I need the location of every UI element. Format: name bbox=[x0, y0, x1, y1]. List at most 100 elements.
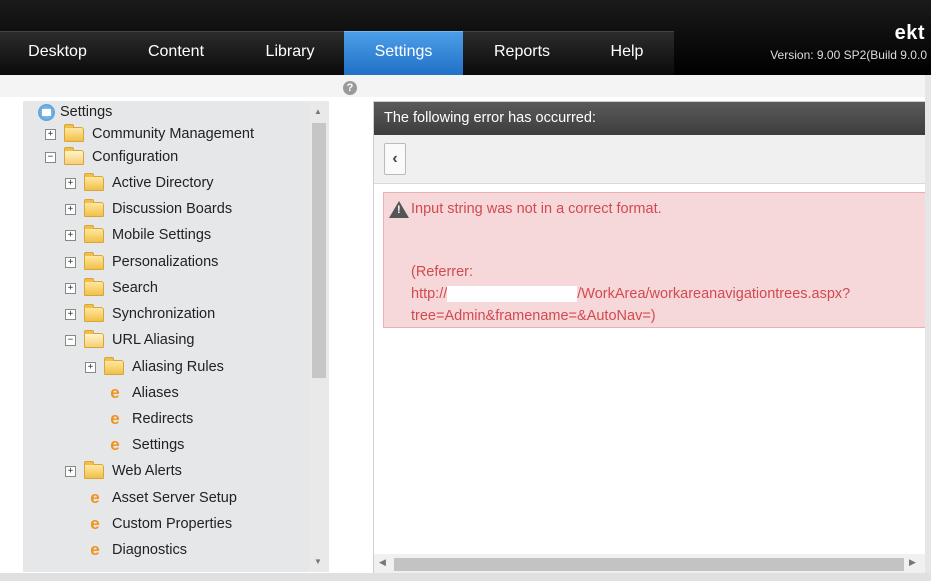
tree-vertical-scrollbar[interactable]: ▲ ▼ bbox=[309, 101, 329, 572]
tree-item-diagnostics[interactable]: e Diagnostics bbox=[87, 539, 187, 561]
tree-item-label: Active Directory bbox=[112, 175, 214, 191]
folder-icon bbox=[84, 198, 104, 217]
back-button[interactable]: ‹ bbox=[384, 143, 406, 175]
brand-logo: ekt bbox=[894, 22, 925, 44]
version-label: Version: 9.00 SP2(Build 9.0.0 bbox=[770, 48, 927, 62]
tree-item-label: Asset Server Setup bbox=[112, 490, 237, 506]
expand-icon[interactable]: + bbox=[65, 465, 76, 477]
expand-icon[interactable]: + bbox=[65, 282, 76, 294]
folder-icon bbox=[84, 277, 104, 296]
tab-desktop[interactable]: Desktop bbox=[0, 32, 115, 75]
expand-icon[interactable]: + bbox=[65, 177, 76, 189]
tree-item-label: URL Aliasing bbox=[112, 332, 195, 348]
scroll-left-icon[interactable]: ◀ bbox=[379, 557, 386, 568]
tree-item-label: Web Alerts bbox=[112, 463, 182, 479]
tree-item-aliasing-rules[interactable]: + Aliasing Rules bbox=[85, 356, 224, 378]
window-bottom-edge bbox=[0, 573, 931, 581]
scroll-down-icon[interactable]: ▼ bbox=[314, 557, 322, 566]
tree-item-synchronization[interactable]: + Synchronization bbox=[65, 303, 215, 325]
redacted-host bbox=[447, 286, 578, 303]
referrer-url-path: /WorkArea/workareanavigationtrees.aspx? bbox=[577, 286, 851, 302]
tree-item-redirects[interactable]: e Redirects bbox=[107, 408, 193, 430]
folder-open-icon bbox=[64, 146, 84, 165]
referrer-url-prefix: http:// bbox=[411, 286, 448, 302]
error-panel: The following error has occurred: ‹ Inpu… bbox=[373, 101, 927, 575]
settings-home-icon bbox=[38, 103, 55, 121]
tree-item-url-aliasing-settings[interactable]: e Settings bbox=[107, 434, 184, 456]
tree-item-search[interactable]: + Search bbox=[65, 277, 158, 299]
error-message: Input string was not in a correct format… bbox=[411, 201, 662, 217]
tree-item-custom-properties[interactable]: e Custom Properties bbox=[87, 513, 232, 535]
referrer-url: http:// /WorkArea/workareanavigationtrees… bbox=[411, 283, 850, 305]
tree-item-label: Redirects bbox=[132, 411, 194, 427]
folder-open-icon bbox=[84, 329, 104, 348]
help-icon[interactable]: ? bbox=[343, 81, 357, 95]
tree-item-mobile-settings[interactable]: + Mobile Settings bbox=[65, 224, 211, 246]
ektron-page-icon: e bbox=[110, 409, 120, 429]
tree-root-label: Settings bbox=[60, 104, 113, 120]
scrollbar-thumb[interactable] bbox=[312, 123, 326, 378]
ektron-page-icon: e bbox=[90, 514, 100, 534]
warning-icon bbox=[389, 201, 409, 218]
tree-item-label: Search bbox=[112, 280, 158, 296]
error-toolbar: ‹ bbox=[374, 135, 926, 184]
ektron-page-icon: e bbox=[110, 383, 120, 403]
error-panel-title: The following error has occurred: bbox=[374, 102, 926, 135]
tab-settings[interactable]: Settings bbox=[344, 31, 463, 76]
tree-root-settings[interactable]: Settings bbox=[38, 101, 112, 123]
tree-item-url-aliasing[interactable]: − URL Aliasing bbox=[65, 329, 194, 351]
tree-item-label: Mobile Settings bbox=[112, 227, 212, 243]
tab-help[interactable]: Help bbox=[581, 32, 673, 75]
referrer-label: (Referrer: bbox=[411, 264, 474, 280]
tree-item-label: Aliasing Rules bbox=[132, 359, 224, 375]
tree-item-label: Community Management bbox=[92, 126, 254, 142]
scroll-right-icon[interactable]: ▶ bbox=[909, 557, 916, 568]
folder-icon bbox=[104, 356, 124, 375]
folder-icon bbox=[84, 172, 104, 191]
scroll-up-icon[interactable]: ▲ bbox=[314, 107, 322, 116]
referrer-query: tree=Admin&framename=&AutoNav=) bbox=[411, 308, 656, 324]
expand-icon[interactable]: + bbox=[85, 361, 96, 373]
expand-icon[interactable]: + bbox=[65, 308, 76, 320]
tree-item-personalizations[interactable]: + Personalizations bbox=[65, 251, 218, 273]
collapse-icon[interactable]: − bbox=[65, 334, 76, 346]
error-horizontal-scrollbar[interactable]: ◀ ▶ bbox=[374, 554, 926, 574]
scrollbar-thumb[interactable] bbox=[394, 558, 904, 571]
tree-item-label: Configuration bbox=[92, 149, 179, 165]
tree-item-label: Discussion Boards bbox=[112, 201, 233, 217]
tree-content: Settings + Community Management − Configur… bbox=[23, 101, 309, 572]
expand-icon[interactable]: + bbox=[65, 203, 76, 215]
tree-item-label: Settings bbox=[132, 437, 185, 453]
tree-item-asset-server-setup[interactable]: e Asset Server Setup bbox=[87, 487, 237, 509]
folder-icon bbox=[84, 460, 104, 479]
tree-item-label: Personalizations bbox=[112, 254, 219, 270]
tree-item-label: Custom Properties bbox=[112, 516, 233, 532]
folder-icon bbox=[84, 251, 104, 270]
tree-item-web-alerts[interactable]: + Web Alerts bbox=[65, 460, 182, 482]
expand-icon[interactable]: + bbox=[65, 229, 76, 241]
tab-library[interactable]: Library bbox=[237, 32, 343, 75]
tree-item-active-directory[interactable]: + Active Directory bbox=[65, 172, 214, 194]
tab-reports[interactable]: Reports bbox=[463, 32, 581, 75]
collapse-icon[interactable]: − bbox=[45, 151, 56, 163]
tree-item-label: Diagnostics bbox=[112, 542, 187, 558]
main-nav: Desktop Content Library Settings Reports… bbox=[0, 31, 674, 76]
error-referrer: (Referrer: http:// /WorkArea/workareanavi… bbox=[411, 261, 850, 327]
tree-item-community-management[interactable]: + Community Management bbox=[45, 123, 254, 145]
tree-item-discussion-boards[interactable]: + Discussion Boards bbox=[65, 198, 232, 220]
expand-icon[interactable]: + bbox=[65, 256, 76, 268]
window-right-edge bbox=[925, 75, 931, 581]
ektron-page-icon: e bbox=[90, 540, 100, 560]
tree-item-label: Aliases bbox=[132, 385, 179, 401]
top-bar: ekt Version: 9.00 SP2(Build 9.0.0 Deskto… bbox=[0, 0, 931, 76]
tree-item-aliases[interactable]: e Aliases bbox=[107, 382, 179, 404]
ektron-page-icon: e bbox=[90, 488, 100, 508]
tab-content[interactable]: Content bbox=[115, 32, 237, 75]
chevron-left-icon: ‹ bbox=[392, 150, 398, 167]
settings-tree-panel: Settings + Community Management − Configur… bbox=[23, 101, 329, 572]
tree-item-label: Synchronization bbox=[112, 306, 216, 322]
folder-icon bbox=[64, 123, 84, 142]
tree-item-configuration[interactable]: − Configuration bbox=[45, 146, 178, 168]
expand-icon[interactable]: + bbox=[45, 128, 56, 140]
sub-bar bbox=[0, 75, 931, 97]
